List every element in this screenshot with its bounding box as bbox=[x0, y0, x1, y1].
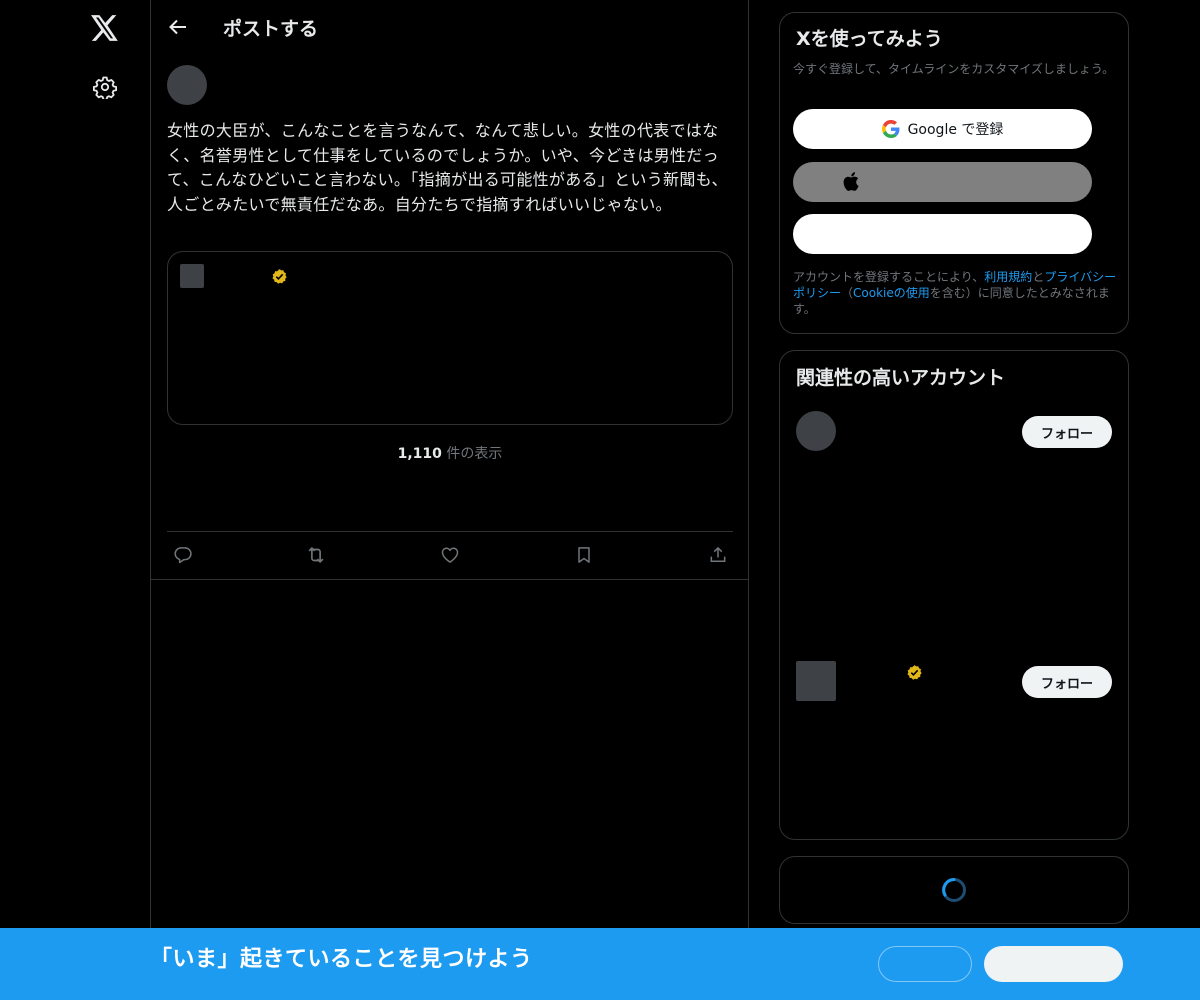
signup-card: Xを使ってみよう 今すぐ登録して、タイムラインをカスタマイズしましょう。 Goo… bbox=[779, 12, 1129, 334]
signup-title: Xを使ってみよう bbox=[796, 28, 943, 50]
verified-badge-icon bbox=[271, 268, 288, 289]
terms-mid: と bbox=[1032, 270, 1045, 284]
divider bbox=[167, 531, 733, 532]
loading-card bbox=[779, 856, 1129, 924]
cookie-link[interactable]: Cookieの使用 bbox=[853, 286, 930, 300]
reply-icon[interactable] bbox=[171, 543, 195, 567]
divider bbox=[151, 579, 749, 580]
left-nav bbox=[0, 0, 150, 1000]
bookmark-icon[interactable] bbox=[572, 543, 596, 567]
like-icon[interactable] bbox=[438, 543, 462, 567]
signup-subtitle: 今すぐ登録して、タイムラインをカスタマイズしましょう。 bbox=[793, 62, 1115, 76]
terms-text: アカウントを登録することにより、利用規約とプライバシーポリシー（Cookieの使… bbox=[793, 269, 1123, 317]
google-signup-label: Google で登録 bbox=[907, 122, 1004, 138]
related-accounts-card: 関連性の高いアカウント フォロー フォロー bbox=[779, 350, 1129, 840]
post-actions bbox=[167, 540, 733, 570]
gear-icon[interactable] bbox=[82, 64, 128, 110]
back-arrow-icon bbox=[169, 19, 186, 35]
terms-link[interactable]: 利用規約 bbox=[984, 270, 1032, 284]
signup-button[interactable] bbox=[984, 946, 1123, 982]
view-count: 1,110 件の表示 bbox=[151, 443, 749, 463]
verified-badge-icon bbox=[906, 664, 923, 685]
follow-button[interactable]: フォロー bbox=[1022, 666, 1112, 698]
view-count-number: 1,110 bbox=[397, 446, 442, 462]
loading-spinner-icon bbox=[941, 877, 967, 903]
related-account-avatar[interactable] bbox=[796, 411, 836, 451]
google-icon bbox=[881, 120, 900, 138]
share-icon[interactable] bbox=[706, 543, 730, 567]
author-avatar[interactable] bbox=[167, 65, 207, 105]
x-logo-icon[interactable] bbox=[82, 5, 128, 51]
terms-pre: アカウントを登録することにより、 bbox=[793, 270, 985, 284]
post-text: 女性の大臣が、こんなことを言うなんて、なんて悲しい。女性の代表ではなく、名誉男性… bbox=[167, 121, 728, 214]
bottom-signup-banner: 「いま」起きていることを見つけよう bbox=[0, 928, 1200, 1000]
create-account-button[interactable] bbox=[793, 214, 1092, 254]
apple-signup-button[interactable] bbox=[793, 162, 1092, 202]
related-accounts-title: 関連性の高いアカウント bbox=[796, 367, 1006, 389]
repost-icon[interactable] bbox=[304, 543, 328, 567]
related-account-avatar[interactable] bbox=[796, 661, 836, 701]
banner-text: 「いま」起きていることを見つけよう bbox=[150, 947, 533, 972]
google-signup-button[interactable]: Google で登録 bbox=[793, 109, 1092, 149]
follow-button[interactable]: フォロー bbox=[1022, 416, 1112, 448]
quoted-post-card[interactable] bbox=[167, 251, 733, 425]
main-header: ポストする bbox=[151, 0, 749, 53]
main-column: ポストする 女性の大臣が、こんなことを言うなんて、なんて悲しい。女性の代表ではな… bbox=[150, 0, 749, 1000]
terms-mid2: （ bbox=[841, 286, 854, 300]
view-count-label: 件の表示 bbox=[441, 446, 503, 462]
page-title: ポストする bbox=[223, 18, 319, 40]
quoted-author-avatar[interactable] bbox=[180, 264, 204, 288]
apple-icon bbox=[843, 172, 859, 195]
login-button[interactable] bbox=[878, 946, 972, 982]
back-button[interactable] bbox=[163, 10, 193, 44]
